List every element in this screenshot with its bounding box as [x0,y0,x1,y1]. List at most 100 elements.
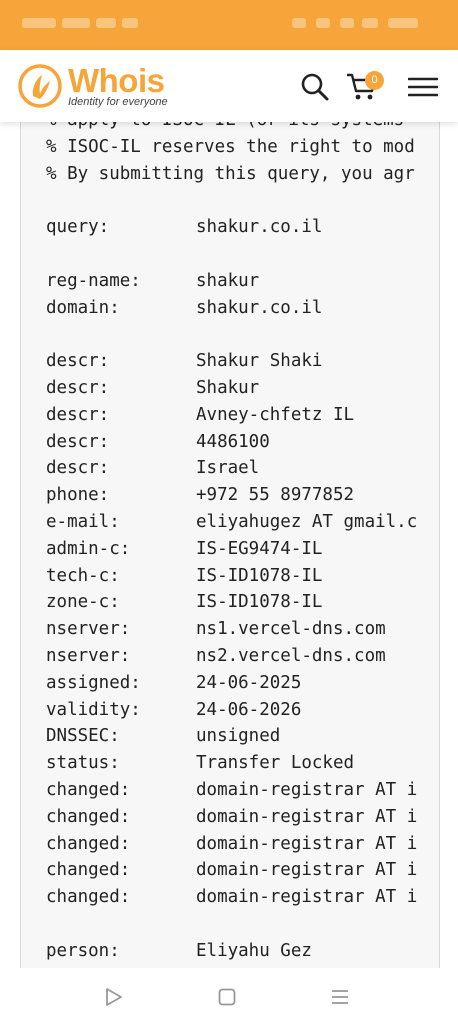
record-value: ns2.vercel-dns.com [196,645,386,666]
record-value: 24-06-2026 [196,699,302,720]
record-label: phone: [46,485,110,506]
record-label: nserver: [46,619,131,640]
record-label: assigned: [46,672,141,693]
logo-tagline: Identity for everyone [68,96,168,108]
record-value: Eliyahu Gez [196,940,312,961]
record-label: nserver: [46,645,131,666]
record-row: status: Transfer Locked [46,750,426,777]
record-value: ns1.vercel-dns.com [196,619,386,640]
record-value: shakur.co.il [196,217,323,238]
record-row: descr: Israel [46,455,426,482]
record-value: 4486100 [196,431,270,452]
whois-record: % apply to ISOC-IL (or its systems % ISO… [46,112,426,965]
record-row: assigned: 24-06-2025 [46,670,426,697]
record-value: domain-registrar AT i [196,779,418,800]
record-row: person: Eliyahu Gez [46,938,426,965]
home-square-icon[interactable] [216,986,238,1008]
record-label: changed: [46,833,131,854]
record-label: changed: [46,887,131,908]
record-row: nserver: ns2.vercel-dns.com [46,643,426,670]
record-label: tech-c: [46,565,120,586]
record-value: Shakur Shaki [196,351,323,372]
record-row: changed: domain-registrar AT i [46,777,426,804]
record-row: reg-name: shakur [46,268,426,295]
recents-lines-icon[interactable] [329,986,351,1008]
site-header: Whois Identity for everyone [0,50,458,122]
back-triangle-icon[interactable] [103,986,125,1008]
record-row: zone-c: IS-ID1078-IL [46,589,426,616]
record-label: admin-c: [46,538,131,559]
record-value: Shakur [196,377,260,398]
record-label: validity: [46,699,141,720]
record-row: descr: Shakur [46,375,426,402]
record-value: domain-registrar AT i [196,860,418,881]
whois-logo-icon[interactable] [18,64,62,108]
record-label: reg-name: [46,270,141,291]
record-label: DNSSEC: [46,726,120,747]
record-value: +972 55 8977852 [196,485,355,506]
record-row: descr: Shakur Shaki [46,348,426,375]
record-value: shakur.co.il [196,297,323,318]
record-row: admin-c: IS-EG9474-IL [46,536,426,563]
status-info-right [292,16,432,30]
record-value: domain-registrar AT i [196,887,418,908]
logo-word-is: is [137,62,165,99]
record-value: IS-ID1078-IL [196,592,323,613]
logo-word-who: Who [68,62,138,99]
record-row: phone: +972 55 8977852 [46,482,426,509]
record-label: person: [46,940,120,961]
record-value: IS-EG9474-IL [196,538,323,559]
status-bar [0,0,458,50]
record-label: descr: [46,351,110,372]
record-label: status: [46,753,120,774]
record-label: changed: [46,779,131,800]
record-label: query: [46,217,110,238]
record-row: e-mail: eliyahugez AT gmail.c [46,509,426,536]
record-value: Avney-chfetz IL [196,404,355,425]
record-value: domain-registrar AT i [196,806,418,827]
cart-count-badge: 0 [365,71,384,90]
notice-line: % By submitting this query, you agr [46,163,415,184]
record-value: 24-06-2025 [196,672,302,693]
record-row: DNSSEC: unsigned [46,723,426,750]
record-row: changed: domain-registrar AT i [46,884,426,911]
record-value: unsigned [196,726,281,747]
notice-line: % ISOC-IL reserves the right to mod [46,136,415,157]
record-value: shakur [196,270,260,291]
system-nav-bar [0,968,458,1024]
record-row: domain: shakur.co.il [46,295,426,322]
record-label: descr: [46,404,110,425]
record-row: nserver: ns1.vercel-dns.com [46,616,426,643]
record-value: domain-registrar AT i [196,833,418,854]
record-label: changed: [46,806,131,827]
record-label: changed: [46,860,131,881]
status-info-left [22,16,152,30]
record-value: Israel [196,458,260,479]
record-row: query: shakur.co.il [46,214,426,241]
record-label: descr: [46,431,110,452]
record-row: descr: 4486100 [46,429,426,456]
record-label: descr: [46,458,110,479]
record-label: zone-c: [46,592,120,613]
search-icon[interactable] [300,72,330,102]
record-value: eliyahugez AT gmail.c [196,511,418,532]
logo-wordmark: Whois [68,64,168,98]
hamburger-menu-icon[interactable] [407,72,439,102]
record-label: domain: [46,297,120,318]
logo-text[interactable]: Whois Identity for everyone [68,64,168,109]
record-row: validity: 24-06-2026 [46,697,426,724]
record-row: tech-c: IS-ID1078-IL [46,563,426,590]
record-row: changed: domain-registrar AT i [46,831,426,858]
record-label: descr: [46,377,110,398]
record-value: Transfer Locked [196,753,355,774]
record-row: descr: Avney-chfetz IL [46,402,426,429]
record-label: e-mail: [46,511,120,532]
record-row: changed: domain-registrar AT i [46,857,426,884]
whois-result-panel[interactable]: % apply to ISOC-IL (or its systems % ISO… [20,112,440,968]
record-value: IS-ID1078-IL [196,565,323,586]
record-row: changed: domain-registrar AT i [46,804,426,831]
